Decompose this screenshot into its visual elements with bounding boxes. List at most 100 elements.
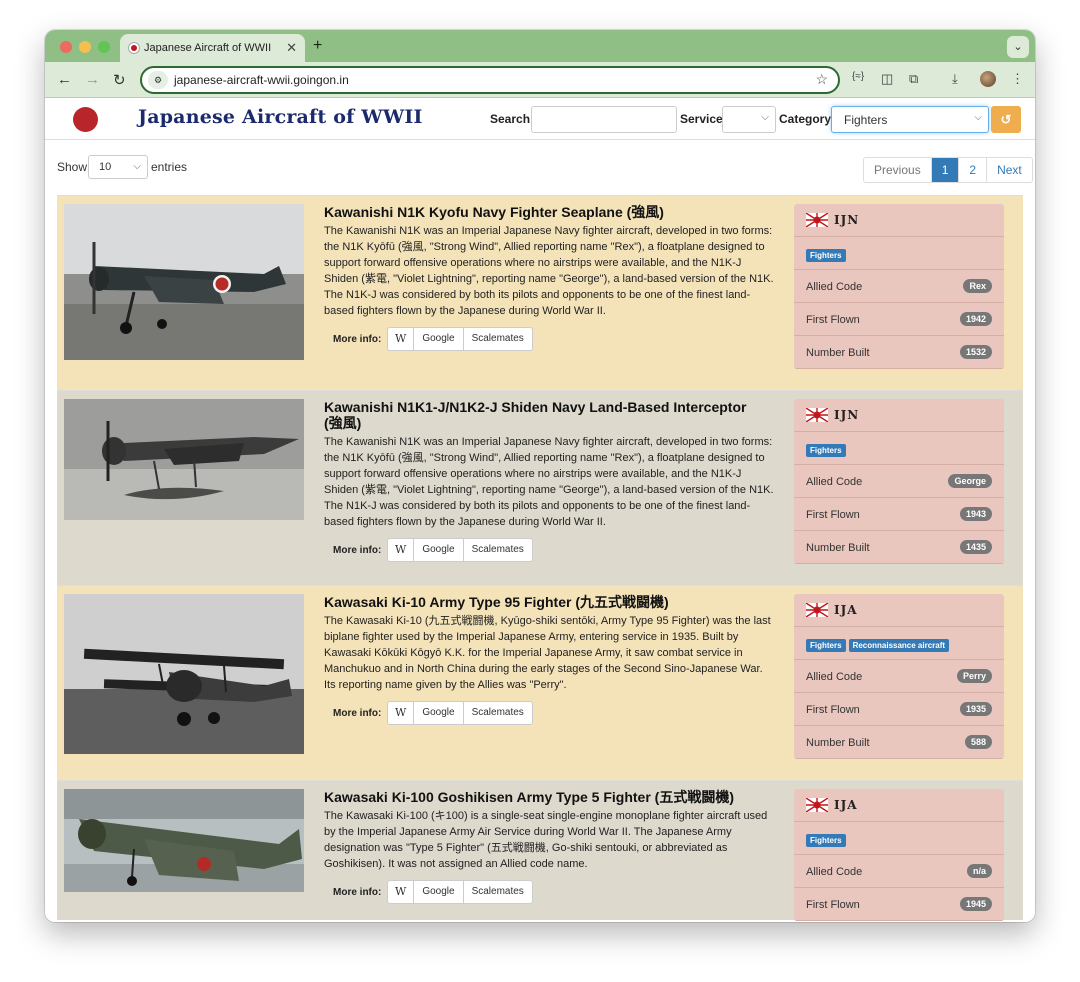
extensions-puzzle-icon[interactable]: ⧉ (909, 71, 918, 87)
rss-icon[interactable]: ◫ (881, 71, 893, 87)
category-tag[interactable]: Fighters (806, 639, 846, 652)
service-cell: IJA (794, 789, 1004, 822)
minimize-window-button[interactable] (79, 41, 91, 53)
aircraft-info-panel: IJN Fighters Allied Code George First Fl… (794, 399, 1004, 564)
first-flown-label: First Flown (806, 509, 860, 521)
browser-tab[interactable]: Japanese Aircraft of WWII ✕ (120, 34, 305, 62)
wikipedia-button[interactable]: W (388, 881, 413, 903)
aircraft-description: The Kawanishi N1K was an Imperial Japane… (324, 436, 774, 528)
first-flown-cell: First Flown 1942 (794, 303, 1004, 336)
wikipedia-button[interactable]: W (388, 702, 413, 724)
reset-filters-button[interactable]: ↺ (991, 106, 1021, 133)
google-button[interactable]: Google (413, 881, 462, 903)
allied-code-badge: n/a (966, 864, 992, 878)
allied-code-cell: Allied Code George (794, 465, 1004, 498)
service-cell: IJN (794, 399, 1004, 432)
site-info-icon[interactable]: ⚙ (148, 71, 168, 89)
google-button[interactable]: Google (413, 328, 462, 350)
allied-code-label: Allied Code (806, 281, 863, 293)
wikipedia-button[interactable]: W (388, 328, 413, 350)
number-built-label: Number Built (806, 347, 870, 359)
search-label: Search (490, 112, 531, 126)
number-built-cell: Number Built 1435 (794, 531, 1004, 564)
scalemates-button[interactable]: Scalemates (462, 881, 532, 903)
browser-menu-icon[interactable]: ⋮ (1011, 71, 1024, 87)
bookmark-star-icon[interactable]: ☆ (815, 71, 828, 88)
tab-search-icon[interactable]: ⌄ (1007, 36, 1029, 58)
aircraft-photo[interactable] (64, 399, 304, 520)
search-input[interactable] (531, 106, 677, 133)
allied-code-badge: Rex (963, 279, 992, 293)
category-tags-cell: Fighters Reconnaissance aircraft (794, 627, 1004, 660)
number-built-cell: Number Built 1532 (794, 336, 1004, 369)
site-title[interactable]: Japanese Aircraft of WWII (138, 106, 423, 128)
category-tag[interactable]: Fighters (806, 249, 846, 262)
more-info-buttons: W Google Scalemates (387, 701, 533, 725)
pagination-next[interactable]: Next (986, 158, 1032, 182)
aircraft-info-panel: IJA Fighters Allied Code n/a First Flown… (794, 789, 1004, 921)
address-bar[interactable]: ⚙ japanese-aircraft-wwii.goingon.in ☆ (140, 66, 840, 94)
category-tags-cell: Fighters (794, 432, 1004, 465)
wikipedia-button[interactable]: W (388, 539, 413, 561)
tab-title: Japanese Aircraft of WWII (144, 42, 272, 54)
rising-sun-flag-icon (806, 603, 828, 617)
more-info-label: More info: (333, 708, 382, 719)
aircraft-title: Kawasaki Ki-100 Goshikisen Army Type 5 F… (324, 789, 734, 805)
scalemates-button[interactable]: Scalemates (462, 539, 532, 561)
category-label: Category (779, 112, 832, 126)
category-tag[interactable]: Fighters (806, 444, 846, 457)
category-tag[interactable]: Fighters (806, 834, 846, 847)
allied-code-label: Allied Code (806, 476, 863, 488)
close-tab-icon[interactable]: ✕ (286, 40, 297, 56)
pagination-page-2[interactable]: 2 (958, 158, 986, 182)
aircraft-description: The Kawanishi N1K was an Imperial Japane… (324, 225, 774, 317)
service-select[interactable]: ⌵ (722, 106, 776, 133)
allied-code-label: Allied Code (806, 866, 863, 878)
page-length-select[interactable]: 10 ⌵ (88, 155, 148, 179)
first-flown-badge: 1943 (959, 507, 992, 521)
more-info-buttons: W Google Scalemates (387, 880, 533, 904)
undo-icon: ↺ (1000, 112, 1012, 127)
aircraft-photo[interactable] (64, 204, 304, 360)
more-info-buttons: W Google Scalemates (387, 538, 533, 562)
number-built-cell: Number Built 588 (794, 726, 1004, 759)
google-button[interactable]: Google (413, 702, 462, 724)
aircraft-photo[interactable] (64, 789, 304, 892)
allied-code-badge: Perry (956, 669, 992, 683)
more-info-label: More info: (333, 334, 382, 345)
scalemates-button[interactable]: Scalemates (462, 702, 532, 724)
entries-label: entries (151, 160, 188, 174)
url-text: japanese-aircraft-wwii.goingon.in (174, 73, 349, 87)
table-row: Kawasaki Ki-10 Army Type 95 Fighter (九五式… (57, 585, 1023, 780)
forward-icon[interactable]: → (85, 71, 100, 88)
google-button[interactable]: Google (413, 539, 462, 561)
download-icon[interactable]: ⤓ (952, 71, 958, 87)
close-window-button[interactable] (60, 41, 72, 53)
service-cell: IJA (794, 594, 1004, 627)
service-label: Service (680, 112, 723, 126)
maximize-window-button[interactable] (98, 41, 110, 53)
tab-strip: Japanese Aircraft of WWII ✕ + ⌄ (45, 30, 1035, 62)
category-select[interactable]: Fighters ⌵ (831, 106, 989, 133)
aircraft-photo[interactable] (64, 594, 304, 754)
profile-avatar[interactable] (980, 71, 996, 87)
chevron-down-icon: ⌵ (761, 112, 769, 123)
category-tag[interactable]: Reconnaissance aircraft (848, 639, 950, 652)
reload-icon[interactable]: ↻ (113, 71, 126, 89)
extension-code-icon[interactable]: {≈} (852, 71, 864, 82)
pagination: Previous 1 2 Next (863, 157, 1033, 183)
scalemates-button[interactable]: Scalemates (462, 328, 532, 350)
new-tab-icon[interactable]: + (313, 37, 322, 55)
pagination-previous[interactable]: Previous (864, 158, 931, 182)
aircraft-title: Kawasaki Ki-10 Army Type 95 Fighter (九五式… (324, 594, 669, 610)
first-flown-label: First Flown (806, 899, 860, 911)
back-icon[interactable]: ← (57, 71, 72, 88)
first-flown-badge: 1935 (959, 702, 992, 716)
aircraft-title: Kawanishi N1K1-J/N1K2-J Shiden Navy Land… (324, 399, 747, 431)
first-flown-badge: 1945 (959, 897, 992, 911)
number-built-label: Number Built (806, 737, 870, 749)
table-row: Kawanishi N1K Kyofu Navy Fighter Seaplan… (57, 195, 1023, 390)
hinomaru-logo[interactable] (73, 107, 98, 132)
show-label: Show (57, 160, 88, 174)
pagination-page-1[interactable]: 1 (930, 158, 959, 182)
